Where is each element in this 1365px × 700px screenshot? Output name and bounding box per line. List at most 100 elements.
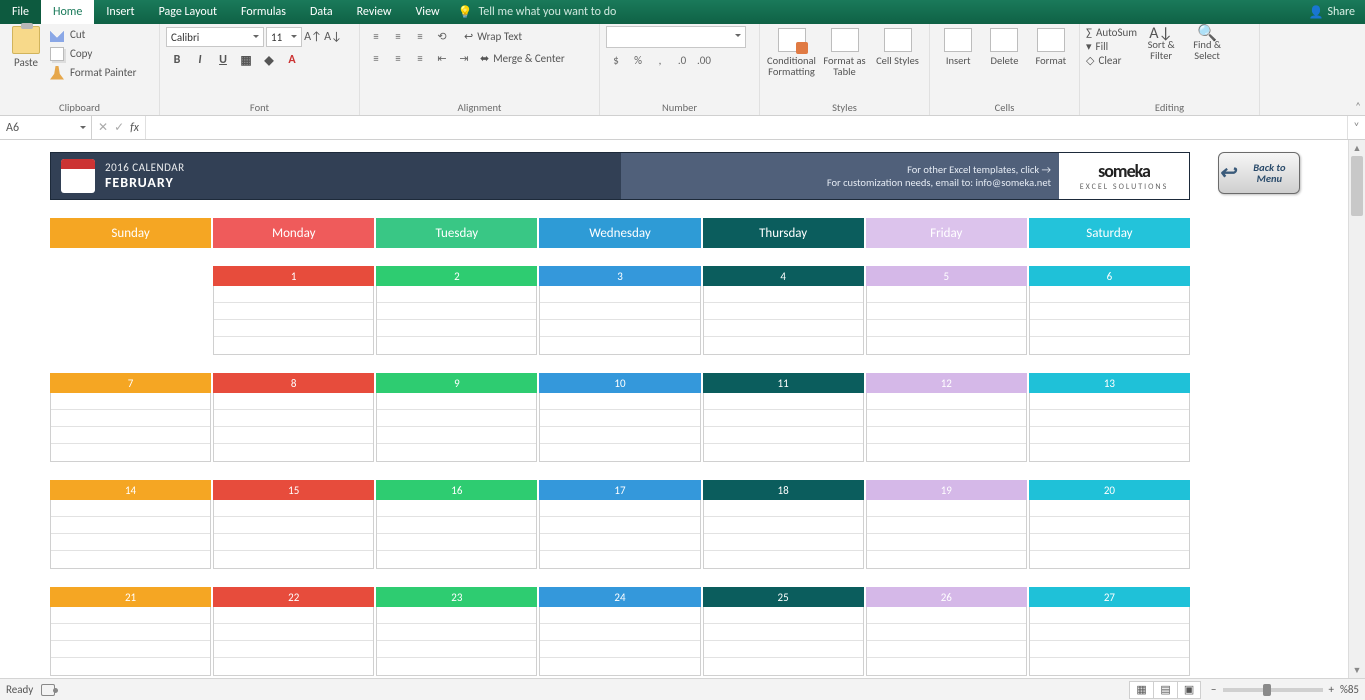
entry-line[interactable] [377, 286, 536, 303]
conditional-formatting-button[interactable]: Conditional Formatting [766, 26, 817, 77]
view-page-break-button[interactable]: ▣ [1177, 681, 1201, 699]
entry-line[interactable] [540, 500, 699, 517]
day-lines[interactable] [1029, 286, 1190, 355]
tell-me[interactable]: 💡 Tell me what you want to do [458, 0, 617, 24]
day-lines[interactable] [703, 500, 864, 569]
indent-dec-button[interactable]: ⇤ [432, 48, 452, 68]
entry-line[interactable] [377, 393, 536, 410]
entry-line[interactable] [704, 534, 863, 551]
entry-line[interactable] [867, 410, 1026, 427]
entry-line[interactable] [540, 534, 699, 551]
format-painter-button[interactable]: Format Painter [48, 64, 140, 81]
collapse-ribbon-button[interactable]: ˄ [1355, 100, 1361, 113]
entry-line[interactable] [214, 517, 373, 534]
entry-line[interactable] [51, 658, 210, 675]
day-lines[interactable] [866, 500, 1027, 569]
zoom-slider[interactable] [1223, 688, 1323, 692]
day-cell[interactable]: 19 [866, 480, 1029, 569]
format-as-table-button[interactable]: Format as Table [819, 26, 870, 77]
entry-line[interactable] [1030, 641, 1189, 658]
entry-line[interactable] [214, 551, 373, 568]
format-cells-button[interactable]: Format [1029, 26, 1073, 66]
entry-line[interactable] [540, 320, 699, 337]
day-lines[interactable] [539, 607, 700, 676]
day-cell[interactable]: 24 [539, 587, 702, 676]
entry-line[interactable] [1030, 444, 1189, 461]
delete-cells-button[interactable]: Delete [982, 26, 1026, 66]
formula-input[interactable] [146, 116, 1347, 139]
entry-line[interactable] [214, 286, 373, 303]
entry-line[interactable] [540, 337, 699, 354]
day-cell[interactable]: 22 [213, 587, 376, 676]
scroll-up-button[interactable]: ▲ [1349, 140, 1365, 156]
entry-line[interactable] [867, 658, 1026, 675]
entry-line[interactable] [1030, 551, 1189, 568]
entry-line[interactable] [704, 551, 863, 568]
entry-line[interactable] [1030, 337, 1189, 354]
align-left-button[interactable]: ≡ [366, 48, 386, 68]
entry-line[interactable] [51, 641, 210, 658]
entry-line[interactable] [867, 303, 1026, 320]
entry-line[interactable] [1030, 658, 1189, 675]
italic-button[interactable]: I [189, 50, 211, 70]
entry-line[interactable] [867, 607, 1026, 624]
day-lines[interactable] [539, 393, 700, 462]
entry-line[interactable] [1030, 393, 1189, 410]
entry-line[interactable] [540, 444, 699, 461]
entry-line[interactable] [704, 427, 863, 444]
tab-file[interactable]: File [0, 0, 41, 24]
day-cell[interactable]: 7 [50, 373, 213, 462]
entry-line[interactable] [50, 337, 211, 354]
entry-line[interactable] [214, 427, 373, 444]
zoom-in-button[interactable]: + [1329, 683, 1334, 696]
entry-line[interactable] [51, 551, 210, 568]
view-page-layout-button[interactable]: ▤ [1153, 681, 1177, 699]
entry-line[interactable] [1030, 607, 1189, 624]
paste-button[interactable]: Paste [6, 26, 46, 69]
entry-line[interactable] [377, 444, 536, 461]
tab-data[interactable]: Data [298, 0, 345, 24]
entry-line[interactable] [540, 286, 699, 303]
day-lines[interactable] [213, 393, 374, 462]
wrap-text-button[interactable]: ↩ Wrap Text [462, 26, 524, 46]
day-cell[interactable]: 14 [50, 480, 213, 569]
day-cell[interactable]: 25 [703, 587, 866, 676]
entry-line[interactable] [214, 410, 373, 427]
entry-line[interactable] [1030, 500, 1189, 517]
entry-line[interactable] [50, 286, 211, 303]
entry-line[interactable] [51, 393, 210, 410]
cut-button[interactable]: Cut [48, 26, 140, 43]
entry-line[interactable] [704, 286, 863, 303]
entry-line[interactable] [1030, 624, 1189, 641]
day-cell[interactable]: 10 [539, 373, 702, 462]
inc-decimal-button[interactable]: .0 [672, 50, 692, 70]
entry-line[interactable] [704, 517, 863, 534]
entry-line[interactable] [377, 320, 536, 337]
fx-button[interactable]: fx [130, 121, 139, 135]
zoom-level[interactable]: %85 [1340, 683, 1359, 696]
worksheet-area[interactable]: 2016 CALENDAR FEBRUARY For other Excel t… [0, 140, 1365, 678]
entry-line[interactable] [377, 410, 536, 427]
expand-formula-bar-button[interactable]: ˅ [1347, 116, 1365, 139]
entry-line[interactable] [704, 337, 863, 354]
day-cell[interactable]: 4 [703, 266, 866, 355]
entry-line[interactable] [1030, 303, 1189, 320]
entry-line[interactable] [1030, 320, 1189, 337]
share-button[interactable]: 👤 Share [1308, 0, 1355, 24]
accounting-button[interactable]: $ [606, 50, 626, 70]
tab-home[interactable]: Home [41, 0, 94, 24]
entry-line[interactable] [51, 607, 210, 624]
day-lines[interactable] [866, 286, 1027, 355]
entry-line[interactable] [1030, 534, 1189, 551]
entry-line[interactable] [377, 303, 536, 320]
align-middle-button[interactable]: ≡ [388, 26, 408, 46]
entry-line[interactable] [704, 320, 863, 337]
day-lines[interactable] [703, 286, 864, 355]
entry-line[interactable] [867, 427, 1026, 444]
entry-line[interactable] [704, 500, 863, 517]
entry-line[interactable] [867, 286, 1026, 303]
entry-line[interactable] [377, 534, 536, 551]
entry-line[interactable] [214, 337, 373, 354]
day-lines[interactable] [376, 393, 537, 462]
entry-line[interactable] [377, 641, 536, 658]
